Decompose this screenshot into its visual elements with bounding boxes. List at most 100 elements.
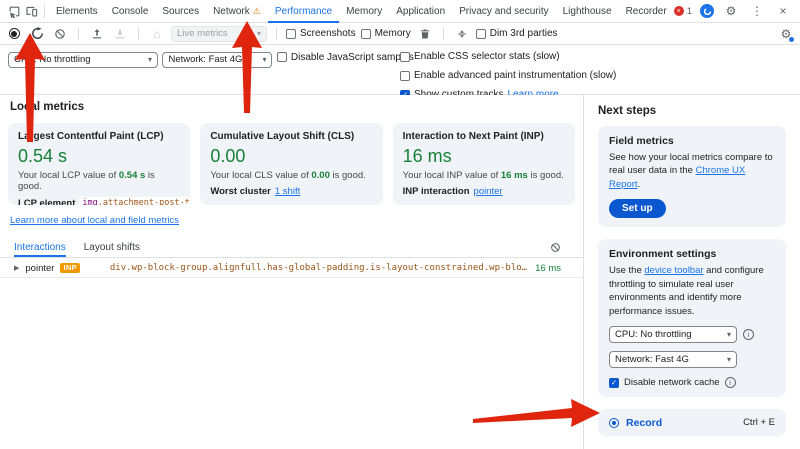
- inp-badge: INP: [60, 262, 80, 274]
- environment-settings-card: Environment settings Use the device tool…: [598, 239, 786, 398]
- expand-row-icon[interactable]: ▶: [14, 265, 19, 272]
- live-metrics-label: Live metrics: [177, 28, 228, 39]
- screenshots-checkbox[interactable]: Screenshots: [286, 28, 356, 39]
- performance-toolbar: ⌂ Live metrics ▾ Screenshots Memory Dim …: [0, 23, 800, 45]
- set-up-button[interactable]: Set up: [609, 199, 666, 219]
- sidebar-network-value: Network: Fast 4G: [615, 354, 689, 366]
- home-icon: ⌂: [148, 25, 166, 43]
- sidebar-network-row: Network: Fast 4G ▾: [609, 351, 775, 369]
- cls-footer: Worst cluster 1 shift: [210, 186, 372, 197]
- device-toolbar-link[interactable]: device toolbar: [644, 265, 703, 276]
- paint-instrumentation-label: Enable advanced paint instrumentation (s…: [414, 70, 617, 81]
- more-menu-icon[interactable]: ⋮: [748, 2, 766, 20]
- record-button[interactable]: Record Ctrl + E: [598, 409, 786, 437]
- paint-instrumentation-checkbox[interactable]: Enable advanced paint instrumentation (s…: [400, 70, 616, 81]
- devtools-performance-panel: Elements Console Sources Network ⚠ Perfo…: [0, 0, 800, 449]
- info-icon[interactable]: i: [724, 377, 736, 389]
- tab-application[interactable]: Application: [389, 0, 452, 23]
- memory-checkbox[interactable]: Memory: [360, 28, 411, 39]
- field-metrics-body: See how your local metrics compare to re…: [609, 152, 773, 190]
- cpu-throttling-select[interactable]: CPU: No throttling ▾: [8, 51, 158, 68]
- sidebar-network-select[interactable]: Network: Fast 4G ▾: [609, 351, 737, 369]
- cpu-throttling-value: CPU: No throttling: [14, 54, 91, 65]
- lcp-value: 0.54 s: [18, 146, 68, 166]
- tab-elements[interactable]: Elements: [49, 0, 105, 23]
- tab-interactions[interactable]: Interactions: [14, 238, 66, 257]
- error-counter[interactable]: × 1: [673, 6, 692, 17]
- device-toolbar-icon[interactable]: [23, 2, 40, 20]
- worst-cluster-link[interactable]: 1 shift: [275, 186, 300, 197]
- record-icon[interactable]: [5, 25, 23, 43]
- settings-gear-icon[interactable]: ⚙: [722, 2, 740, 20]
- tab-sources[interactable]: Sources: [155, 0, 206, 23]
- local-metrics-panel: Local metrics Largest Contentful Paint (…: [0, 95, 583, 449]
- load-profile-icon[interactable]: [88, 25, 106, 43]
- disable-network-cache-checkbox[interactable]: ✓ Disable network cache i: [609, 377, 775, 389]
- advanced-settings: Enable CSS selector stats (slow) Enable …: [400, 51, 616, 100]
- divider: [78, 27, 79, 40]
- checkbox: [286, 28, 296, 39]
- disable-network-cache-label: Disable network cache: [624, 377, 720, 389]
- collect-garbage-icon[interactable]: [416, 25, 434, 43]
- cls-card: Cumulative Layout Shift (CLS) 0.00 Your …: [200, 123, 383, 205]
- sidebar-cpu-select[interactable]: CPU: No throttling ▾: [609, 326, 737, 344]
- inp-title: Interaction to Next Paint (INP): [402, 131, 544, 142]
- lcp-title: Largest Contentful Paint (LCP): [18, 131, 164, 142]
- interaction-duration: 16 ms: [535, 262, 561, 274]
- record-label: Record: [626, 416, 663, 429]
- tab-console[interactable]: Console: [105, 0, 156, 23]
- panel-tabs: Elements Console Sources Network ⚠ Perfo…: [49, 0, 674, 23]
- dim-3rd-parties-checkbox[interactable]: Dim 3rd parties: [475, 28, 558, 39]
- record-and-reload-icon[interactable]: [28, 25, 46, 43]
- network-throttling-select[interactable]: Network: Fast 4G ▾: [162, 51, 273, 68]
- divider: [276, 27, 277, 40]
- chevron-down-icon: ▾: [256, 28, 261, 38]
- css-selector-stats-checkbox[interactable]: Enable CSS selector stats (slow): [400, 51, 616, 62]
- tab-performance[interactable]: Performance: [268, 0, 339, 23]
- lcp-footer: LCP element img.attachment-post-thumb…: [18, 197, 191, 206]
- disable-js-samples-checkbox[interactable]: Disable JavaScript samples: [276, 52, 414, 63]
- log-tabbar: Interactions Layout shifts: [0, 238, 583, 258]
- next-steps-sidebar: Next steps Field metrics See how your lo…: [583, 95, 800, 449]
- divider: [442, 27, 444, 40]
- cls-title: Cumulative Layout Shift (CLS): [210, 131, 355, 142]
- save-profile-icon: [111, 25, 129, 43]
- chevron-down-icon: ▾: [262, 54, 267, 64]
- close-devtools-icon[interactable]: ×: [774, 2, 792, 20]
- tabbar-right-controls: × 1 ⚙ ⋮ ×: [673, 2, 794, 20]
- clear-log-icon[interactable]: [550, 238, 573, 257]
- inspect-element-icon[interactable]: [6, 2, 23, 20]
- sidebar-cpu-row: CPU: No throttling ▾ i: [609, 326, 775, 344]
- devtools-tabbar: Elements Console Sources Network ⚠ Perfo…: [0, 0, 800, 23]
- divider: [138, 27, 139, 40]
- tab-recorder[interactable]: Recorder: [619, 0, 674, 23]
- tab-privacy-and-security[interactable]: Privacy and security: [452, 0, 555, 23]
- local-field-metrics-link[interactable]: Learn more about local and field metrics: [10, 215, 179, 226]
- clear-icon[interactable]: [51, 25, 69, 43]
- capture-settings-gear-icon[interactable]: ⚙: [777, 25, 795, 43]
- error-icon: ×: [673, 6, 684, 16]
- record-shortcut: Ctrl + E: [743, 417, 775, 429]
- capture-settings-strip: CPU: No throttling ▾ Network: Fast 4G ▾ …: [0, 46, 800, 100]
- checkbox: [400, 51, 410, 62]
- inp-interaction-link[interactable]: pointer: [474, 186, 503, 197]
- screenshots-label: Screenshots: [300, 28, 356, 39]
- lcp-element-chip[interactable]: img.attachment-post-thumb…: [79, 197, 191, 205]
- inp-description: Your local INP value of 16 ms is good.: [402, 170, 564, 181]
- tab-network[interactable]: Network ⚠: [206, 0, 268, 23]
- tab-memory[interactable]: Memory: [339, 0, 389, 23]
- sidebar-cpu-value: CPU: No throttling: [615, 329, 692, 341]
- interaction-row[interactable]: ▶ pointer INP div.wp-block-group.alignfu…: [0, 259, 583, 278]
- cls-value: 0.00: [210, 146, 246, 166]
- divider: [44, 4, 45, 18]
- live-metrics-select: Live metrics ▾: [171, 25, 267, 42]
- inp-footer: INP interaction pointer: [403, 186, 565, 197]
- tab-label: Network: [213, 5, 250, 17]
- info-icon[interactable]: i: [743, 329, 754, 341]
- interaction-name: pointer: [25, 262, 55, 274]
- tab-lighthouse[interactable]: Lighthouse: [556, 0, 619, 23]
- tab-layout-shifts[interactable]: Layout shifts: [84, 238, 140, 257]
- ai-assistant-icon[interactable]: [700, 4, 714, 18]
- lcp-element-label: LCP element: [18, 197, 76, 206]
- expand-tracks-icon[interactable]: [453, 25, 471, 43]
